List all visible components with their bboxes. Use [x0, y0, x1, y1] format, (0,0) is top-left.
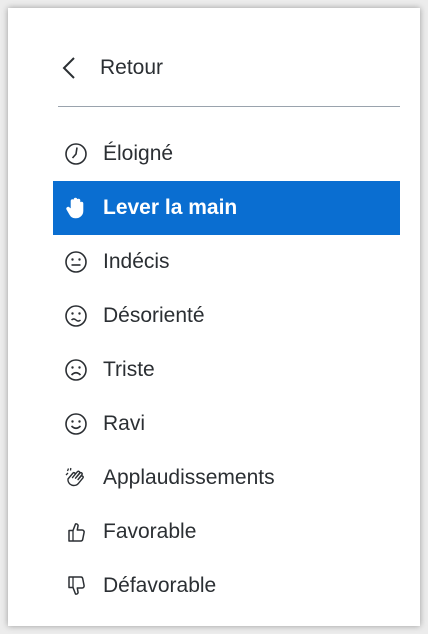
- confused-face-icon: [63, 303, 89, 329]
- chevron-left-icon: [58, 54, 80, 82]
- menu-item-label: Indécis: [103, 250, 170, 273]
- back-label: Retour: [100, 56, 164, 79]
- clapping-hands-icon: [63, 465, 89, 491]
- menu-item-raise-hand[interactable]: Lever la main: [53, 181, 400, 235]
- back-button[interactable]: Retour: [58, 52, 163, 84]
- sad-face-icon: [63, 357, 89, 383]
- menu-item-confused[interactable]: Désorienté: [53, 289, 400, 343]
- menu-item-away[interactable]: Éloigné: [53, 127, 400, 181]
- status-menu: Éloigné Lever la main Indécis Désorienté…: [53, 127, 400, 613]
- menu-item-favorable[interactable]: Favorable: [53, 505, 400, 559]
- menu-item-applause[interactable]: Applaudissements: [53, 451, 400, 505]
- thumbs-up-icon: [63, 519, 89, 545]
- menu-item-label: Triste: [103, 358, 155, 381]
- happy-face-icon: [63, 411, 89, 437]
- menu-item-sad[interactable]: Triste: [53, 343, 400, 397]
- neutral-face-icon: [63, 249, 89, 275]
- menu-item-label: Défavorable: [103, 574, 217, 597]
- menu-item-label: Applaudissements: [103, 466, 275, 489]
- menu-item-label: Ravi: [103, 412, 146, 435]
- divider: [58, 106, 400, 107]
- raised-hand-icon: [63, 195, 89, 221]
- thumbs-down-icon: [63, 573, 89, 599]
- menu-item-label: Éloigné: [103, 142, 174, 165]
- menu-item-label: Lever la main: [103, 196, 238, 219]
- clock-icon: [63, 141, 89, 167]
- menu-item-label: Favorable: [103, 520, 197, 543]
- status-menu-panel: Retour Éloigné Lever la main Indécis Dés…: [8, 8, 420, 626]
- menu-item-label: Désorienté: [103, 304, 205, 327]
- menu-item-unfavorable[interactable]: Défavorable: [53, 559, 400, 613]
- menu-item-happy[interactable]: Ravi: [53, 397, 400, 451]
- menu-item-undecided[interactable]: Indécis: [53, 235, 400, 289]
